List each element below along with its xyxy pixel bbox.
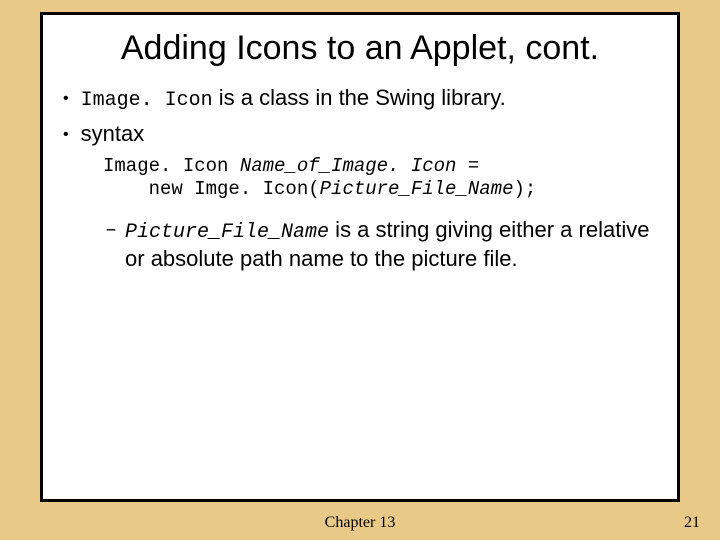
code-line2-c: );: [513, 178, 536, 200]
slide-frame: Adding Icons to an Applet, cont. • Image…: [40, 12, 680, 502]
bullet-dot-icon: •: [63, 89, 69, 110]
code-line2-b: Picture_File_Name: [320, 178, 514, 200]
bullet-dot-icon: •: [63, 125, 69, 146]
code-line2-a: new Imge. Icon(: [103, 178, 320, 200]
code-block: Image. Icon Name_of_Image. Icon = new Im…: [63, 155, 657, 203]
code-line1-a: Image. Icon: [103, 155, 240, 177]
bullet-text: Image. Icon is a class in the Swing libr…: [81, 84, 657, 114]
slide-title: Adding Icons to an Applet, cont.: [43, 15, 677, 78]
bullet-text-rest: is a class in the Swing library.: [213, 85, 506, 110]
dash-icon: –: [105, 218, 117, 244]
bullet-text: syntax: [81, 120, 657, 149]
bullet-item-2: • syntax: [63, 120, 657, 149]
bullet-item-1: • Image. Icon is a class in the Swing li…: [63, 84, 657, 114]
slide-body: • Image. Icon is a class in the Swing li…: [43, 78, 677, 273]
footer-page-number: 21: [684, 514, 700, 532]
sub-bullet-text: Picture_File_Name is a string giving eit…: [125, 216, 657, 273]
inline-code: Picture_File_Name: [125, 221, 329, 244]
code-line1-c: =: [456, 155, 479, 177]
footer-chapter: Chapter 13: [0, 514, 720, 532]
inline-code: Image. Icon: [81, 89, 213, 112]
code-line1-b: Name_of_Image. Icon: [240, 155, 457, 177]
sub-bullet-item: – Picture_File_Name is a string giving e…: [63, 216, 657, 273]
